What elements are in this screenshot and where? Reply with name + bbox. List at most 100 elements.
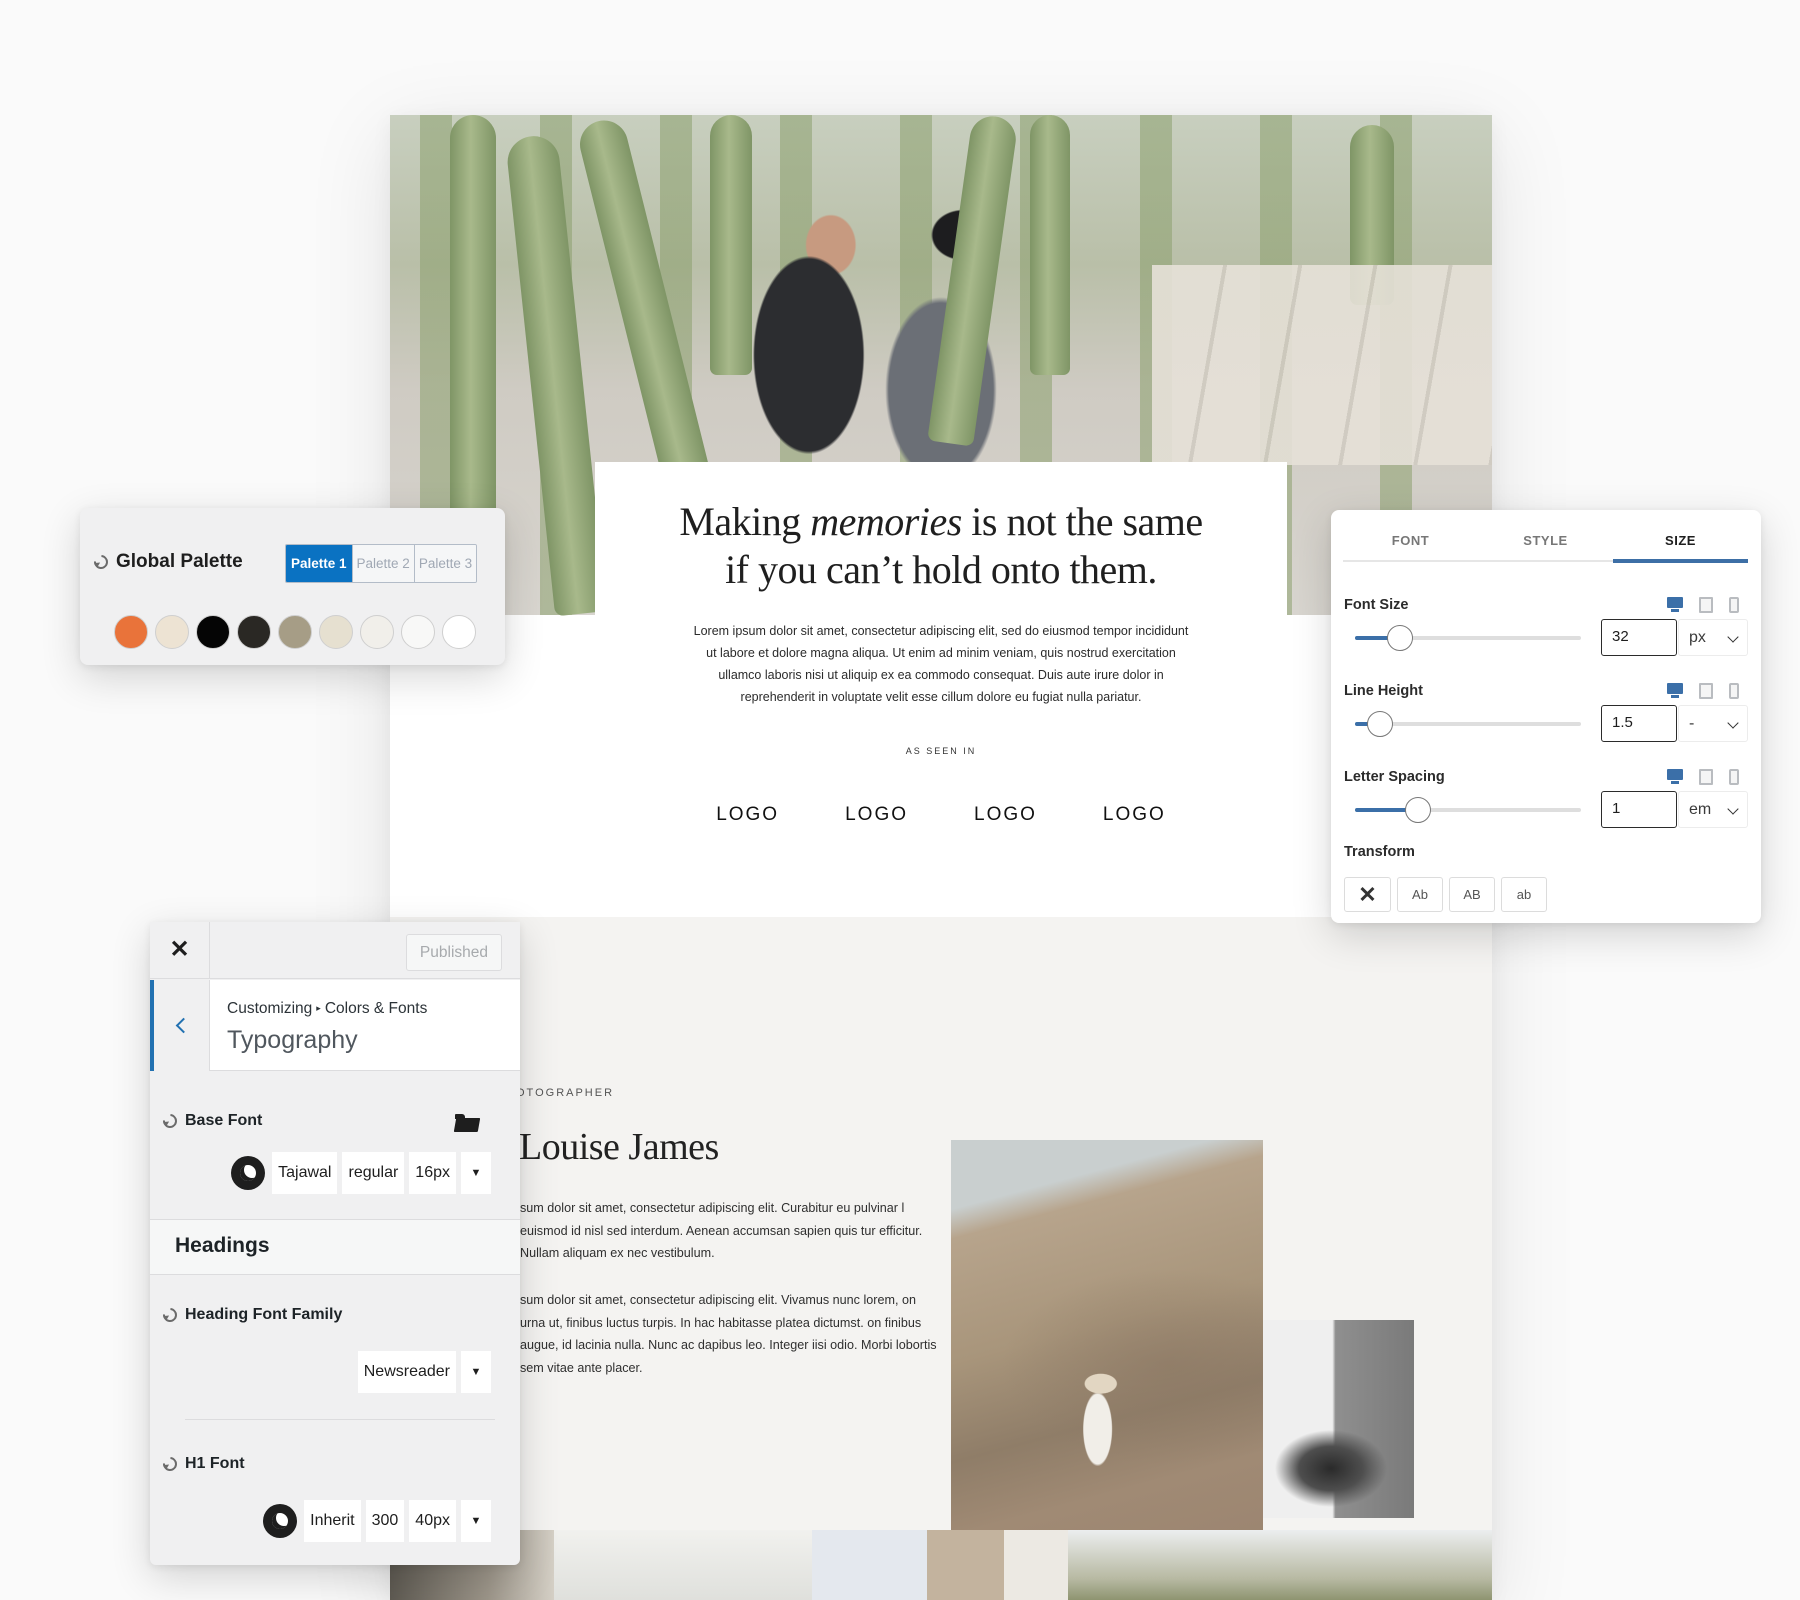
color-swatch[interactable] xyxy=(442,615,476,649)
headings-section-title: Headings xyxy=(150,1219,520,1275)
heading-font-family-select[interactable]: Newsreader xyxy=(357,1351,456,1393)
heading-font-controls: Newsreader ▼ xyxy=(357,1351,491,1393)
desktop-icon[interactable] xyxy=(1667,597,1683,613)
close-customizer-button[interactable]: ✕ xyxy=(150,922,210,979)
line-height-slider[interactable] xyxy=(1355,711,1581,737)
transform-capitalize-button[interactable]: Ab xyxy=(1397,877,1443,912)
transform-none-button[interactable]: ✕ xyxy=(1344,877,1391,912)
press-logo: LOGO xyxy=(716,804,780,825)
palette-tabs: Palette 1 Palette 2 Palette 3 xyxy=(285,544,478,583)
palette-tab-1[interactable]: Palette 1 xyxy=(286,545,353,582)
folder-icon[interactable] xyxy=(455,1114,479,1132)
press-logos: LOGO LOGO LOGO LOGO xyxy=(595,804,1287,826)
as-seen-in-label: AS SEEN IN xyxy=(905,746,977,756)
gallery-image xyxy=(1068,1530,1492,1600)
chevron-left-icon xyxy=(175,1017,192,1034)
tab-font[interactable]: FONT xyxy=(1343,524,1478,560)
h1-font-weight-select[interactable]: 300 xyxy=(365,1500,405,1542)
reset-icon[interactable] xyxy=(91,552,111,572)
globe-icon[interactable] xyxy=(231,1156,266,1190)
hero-body-text: Lorem ipsum dolor sit amet, consectetur … xyxy=(693,624,1189,704)
about-paragraph: sum dolor sit amet, consectetur adipisci… xyxy=(520,1293,937,1375)
color-swatch[interactable] xyxy=(114,615,148,649)
mobile-icon[interactable] xyxy=(1729,683,1739,699)
desktop-icon[interactable] xyxy=(1667,769,1683,785)
heading-font-dropdown-button[interactable]: ▼ xyxy=(461,1351,491,1393)
tablet-icon[interactable] xyxy=(1699,683,1713,699)
h1-font-dropdown-button[interactable]: ▼ xyxy=(461,1500,491,1542)
color-swatch[interactable] xyxy=(319,615,353,649)
slider-handle[interactable] xyxy=(1405,797,1432,823)
transform-uppercase-button[interactable]: AB xyxy=(1449,877,1495,912)
letter-spacing-slider[interactable] xyxy=(1355,797,1581,823)
label-text: H1 Font xyxy=(185,1455,245,1472)
mobile-icon[interactable] xyxy=(1729,769,1739,785)
back-button[interactable] xyxy=(150,980,210,1071)
chevron-down-icon xyxy=(1727,631,1739,643)
section-header: Customizing ▸ Colors & Fonts Typography xyxy=(150,980,520,1071)
typography-size-panel: FONT STYLE SIZE Font Size 32 px Line Hei… xyxy=(1331,510,1761,923)
reset-icon[interactable] xyxy=(160,1111,180,1131)
palette-tab-3[interactable]: Palette 3 xyxy=(414,545,477,582)
h1-font-controls: Inherit 300 40px ▼ xyxy=(263,1500,491,1542)
breadcrumb: Customizing ▸ Colors & Fonts xyxy=(227,1000,427,1018)
unit-value: px xyxy=(1689,629,1706,646)
reset-icon[interactable] xyxy=(160,1305,180,1325)
color-swatch[interactable] xyxy=(196,615,230,649)
line-height-input[interactable]: 1.5 xyxy=(1601,705,1677,742)
color-swatches xyxy=(114,615,476,649)
tablet-icon[interactable] xyxy=(1699,769,1713,785)
device-switcher xyxy=(1667,597,1739,613)
unit-value: em xyxy=(1689,801,1712,818)
slider-handle[interactable] xyxy=(1366,711,1393,737)
chevron-down-icon xyxy=(1727,717,1739,729)
hero-text-card: Making memories is not the same if you c… xyxy=(595,462,1287,917)
tablet-icon[interactable] xyxy=(1699,597,1713,613)
gallery-strip xyxy=(390,1530,1492,1600)
color-swatch[interactable] xyxy=(401,615,435,649)
base-font-label: Base Font xyxy=(160,1111,262,1131)
typography-tabs: FONT STYLE SIZE xyxy=(1343,524,1748,563)
tab-style[interactable]: STYLE xyxy=(1478,524,1613,560)
caret-down-icon: ▼ xyxy=(470,1366,482,1378)
base-font-dropdown-button[interactable]: ▼ xyxy=(461,1152,491,1194)
chevron-down-icon xyxy=(1727,803,1739,815)
customizer-panel: ✕ Published Customizing ▸ Colors & Fonts T… xyxy=(150,922,520,1565)
breadcrumb-section: Colors & Fonts xyxy=(324,1000,428,1017)
color-swatch[interactable] xyxy=(155,615,189,649)
base-font-size-input[interactable]: 16px xyxy=(409,1152,456,1194)
mobile-icon[interactable] xyxy=(1729,597,1739,613)
reset-icon[interactable] xyxy=(160,1454,180,1474)
color-swatch[interactable] xyxy=(360,615,394,649)
transform-lowercase-button[interactable]: ab xyxy=(1501,877,1547,912)
caret-down-icon: ▼ xyxy=(470,1515,482,1527)
published-button[interactable]: Published xyxy=(405,934,502,971)
gallery-image xyxy=(554,1530,812,1600)
palette-title: Global Palette xyxy=(116,551,243,572)
line-height-unit-select[interactable]: - xyxy=(1678,705,1748,742)
device-switcher xyxy=(1667,769,1739,785)
press-logo: LOGO xyxy=(845,804,908,825)
font-size-input[interactable]: 32 xyxy=(1601,619,1677,656)
base-font-controls: Tajawal regular 16px ▼ xyxy=(231,1152,491,1194)
color-swatch[interactable] xyxy=(278,615,312,649)
desktop-icon[interactable] xyxy=(1667,683,1683,699)
h1-font-size-input[interactable]: 40px xyxy=(409,1500,456,1542)
letter-spacing-input[interactable]: 1 xyxy=(1601,791,1677,828)
color-swatch[interactable] xyxy=(237,615,271,649)
letter-spacing-unit-select[interactable]: em xyxy=(1678,791,1748,828)
base-font-weight-select[interactable]: regular xyxy=(342,1152,405,1194)
font-size-unit-select[interactable]: px xyxy=(1678,619,1748,656)
palette-tab-2[interactable]: Palette 2 xyxy=(352,545,415,582)
section-title: Typography xyxy=(227,1026,358,1054)
slider-handle[interactable] xyxy=(1387,625,1414,651)
h1-font-family-select[interactable]: Inherit xyxy=(304,1500,361,1542)
device-switcher xyxy=(1667,683,1739,699)
font-size-slider[interactable] xyxy=(1355,625,1581,651)
base-font-family-select[interactable]: Tajawal xyxy=(272,1152,338,1194)
global-palette-panel: Global Palette Palette 1 Palette 2 Palet… xyxy=(80,508,505,665)
about-heading: Louise James xyxy=(519,1126,719,1168)
tab-size[interactable]: SIZE xyxy=(1613,524,1748,563)
globe-icon[interactable] xyxy=(263,1504,298,1538)
press-logo: LOGO xyxy=(1102,804,1166,825)
